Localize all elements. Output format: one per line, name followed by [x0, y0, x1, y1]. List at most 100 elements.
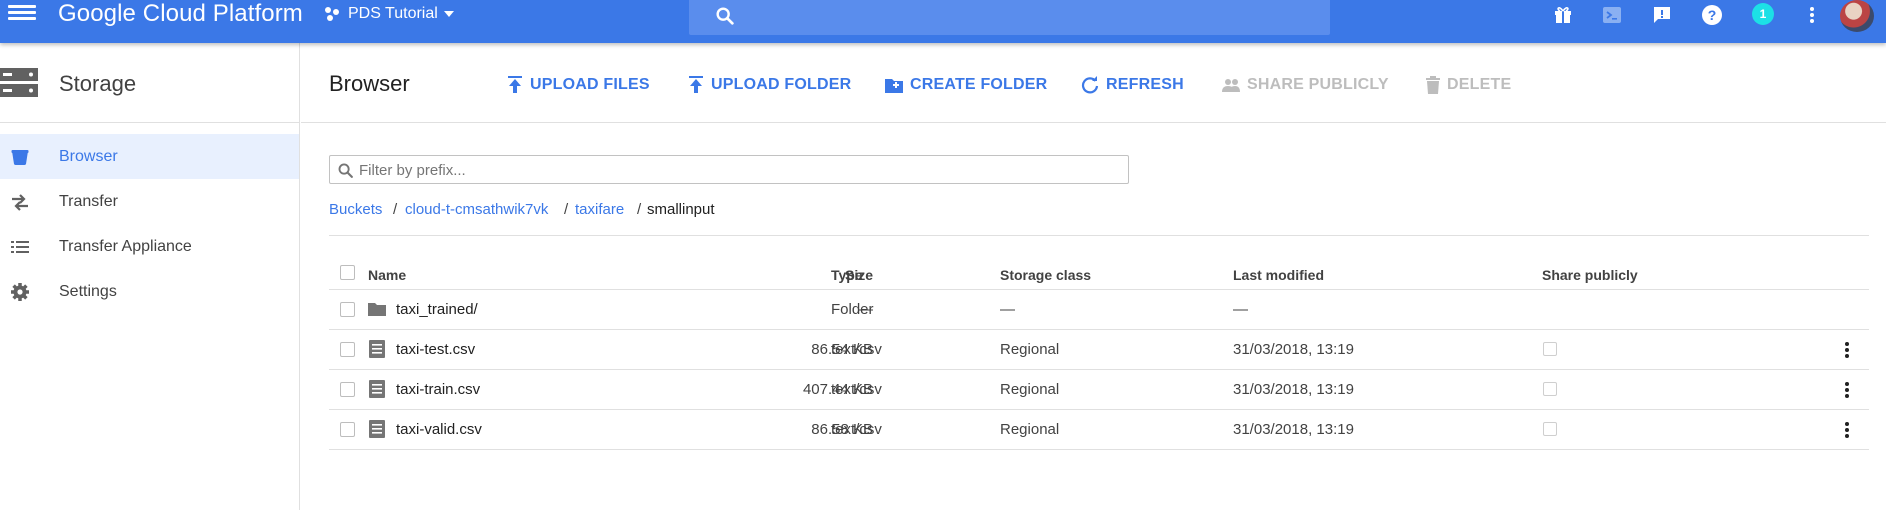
list-icon — [11, 241, 29, 253]
object-name[interactable]: taxi_trained/ — [396, 301, 478, 318]
gear-icon — [11, 283, 29, 301]
select-all-checkbox[interactable] — [340, 265, 355, 280]
upload-folder-button[interactable]: UPLOAD FOLDER — [688, 74, 851, 96]
row-checkbox[interactable] — [340, 382, 355, 397]
more-vert-icon[interactable] — [1844, 422, 1850, 440]
project-name: PDS Tutorial — [348, 5, 438, 22]
share-publicly-checkbox[interactable] — [1543, 422, 1557, 436]
column-header-name[interactable]: Name — [368, 267, 406, 283]
search-icon — [716, 7, 734, 25]
sidebar: Storage Browser Transfer Transfer Applia… — [0, 43, 300, 510]
table-header: Name Size Type Storage class Last modifi… — [329, 258, 1869, 290]
avatar[interactable] — [1840, 0, 1874, 32]
main-header: Browser UPLOAD FILES UPLOAD FOLDER CREAT… — [301, 43, 1886, 123]
brand-title[interactable]: Google Cloud Platform — [58, 0, 303, 28]
breadcrumb-separator: / — [637, 201, 642, 218]
refresh-button[interactable]: REFRESH — [1081, 74, 1184, 96]
filter-input[interactable] — [359, 160, 1109, 180]
upload-icon — [689, 76, 703, 93]
object-last-modified: 31/03/2018, 13:19 — [1233, 341, 1354, 358]
sidebar-item-label: Transfer — [59, 192, 118, 210]
share-publicly-label: SHARE PUBLICLY — [1247, 76, 1389, 93]
more-vert-icon[interactable] — [1844, 342, 1850, 360]
object-type: text/csv — [831, 341, 882, 358]
column-header-last-modified[interactable]: Last modified — [1233, 267, 1324, 283]
project-dots-icon — [325, 7, 339, 21]
upload-folder-label: UPLOAD FOLDER — [711, 76, 852, 93]
upload-icon — [508, 76, 522, 93]
object-storage-class: — — [1000, 301, 1015, 318]
project-selector[interactable]: PDS Tutorial — [323, 3, 454, 25]
row-checkbox[interactable] — [340, 422, 355, 437]
top-app-bar: Google Cloud Platform PDS Tutorial ? 1 — [0, 0, 1886, 43]
object-type: text/csv — [831, 421, 882, 438]
hamburger-menu-icon[interactable] — [8, 2, 36, 26]
chevron-down-icon — [443, 11, 454, 17]
row-checkbox[interactable] — [340, 342, 355, 357]
page-title: Browser — [329, 71, 410, 96]
sidebar-item-label: Browser — [59, 147, 118, 165]
upload-files-label: UPLOAD FILES — [530, 76, 650, 93]
object-last-modified: 31/03/2018, 13:19 — [1233, 381, 1354, 398]
bucket-icon — [11, 150, 29, 165]
more-vert-icon[interactable] — [1844, 382, 1850, 400]
object-name[interactable]: taxi-valid.csv — [396, 421, 482, 438]
divider — [329, 235, 1869, 236]
breadcrumb-bucket[interactable]: cloud-t-cmsathwik7vk — [405, 201, 548, 218]
create-folder-button[interactable]: CREATE FOLDER — [885, 74, 1047, 96]
sidebar-title: Storage — [59, 71, 137, 96]
upload-files-button[interactable]: UPLOAD FILES — [507, 74, 650, 96]
svg-text:?: ? — [1708, 7, 1717, 23]
object-storage-class: Regional — [1000, 421, 1060, 438]
notifications-badge[interactable]: 1 — [1751, 2, 1775, 26]
row-checkbox[interactable] — [340, 302, 355, 317]
breadcrumb-taxifare[interactable]: taxifare — [575, 201, 624, 218]
object-storage-class: Regional — [1000, 341, 1060, 358]
breadcrumb-separator: / — [393, 201, 398, 218]
share-publicly-checkbox[interactable] — [1543, 382, 1557, 396]
filter-field[interactable] — [329, 155, 1129, 184]
create-folder-label: CREATE FOLDER — [910, 76, 1048, 93]
object-storage-class: Regional — [1000, 381, 1060, 398]
column-header-storage-class[interactable]: Storage class — [1000, 267, 1091, 283]
trash-icon — [1426, 76, 1440, 94]
table-row[interactable]: taxi-train.csv 407.44 KB text/csv Region… — [329, 370, 1869, 410]
folder-icon — [368, 303, 386, 316]
object-last-modified: 31/03/2018, 13:19 — [1233, 421, 1354, 438]
table-row[interactable]: taxi-valid.csv 86.58 KB text/csv Regiona… — [329, 410, 1869, 450]
delete-button[interactable]: DELETE — [1426, 74, 1511, 96]
object-name[interactable]: taxi-test.csv — [396, 341, 475, 358]
share-publicly-button[interactable]: SHARE PUBLICLY — [1222, 74, 1389, 96]
file-icon — [369, 420, 385, 438]
create-folder-icon — [885, 79, 903, 93]
object-type: text/csv — [831, 381, 882, 398]
cloud-shell-icon[interactable] — [1600, 3, 1624, 27]
refresh-icon — [1081, 76, 1099, 94]
object-last-modified: — — [1233, 301, 1248, 318]
sidebar-item-transfer-appliance[interactable]: Transfer Appliance — [0, 224, 299, 269]
file-icon — [369, 380, 385, 398]
table-row[interactable]: taxi_trained/ — Folder — — — [329, 290, 1869, 330]
column-header-type[interactable]: Type — [831, 267, 863, 283]
gift-icon[interactable] — [1551, 3, 1575, 27]
sidebar-item-settings[interactable]: Settings — [0, 269, 299, 314]
table-row[interactable]: taxi-test.csv 86.54 KB text/csv Regional… — [329, 330, 1869, 370]
sidebar-item-browser[interactable]: Browser — [0, 134, 299, 179]
share-publicly-checkbox[interactable] — [1543, 342, 1557, 356]
breadcrumb-buckets[interactable]: Buckets — [329, 201, 382, 218]
object-name[interactable]: taxi-train.csv — [396, 381, 480, 398]
storage-icon — [0, 68, 38, 97]
help-icon[interactable]: ? — [1700, 3, 1724, 27]
sidebar-header: Storage — [0, 43, 299, 123]
breadcrumb-separator: / — [564, 201, 569, 218]
object-type: Folder — [831, 301, 874, 318]
sidebar-item-label: Transfer Appliance — [59, 237, 192, 255]
notification-count: 1 — [1752, 3, 1774, 25]
sidebar-item-transfer[interactable]: Transfer — [0, 179, 299, 224]
more-vert-icon[interactable] — [1800, 3, 1824, 27]
people-icon — [1222, 79, 1240, 92]
file-icon — [369, 340, 385, 358]
column-header-share-publicly: Share publicly — [1542, 267, 1638, 283]
search-bar[interactable] — [689, 0, 1330, 35]
feedback-icon[interactable] — [1650, 3, 1674, 27]
